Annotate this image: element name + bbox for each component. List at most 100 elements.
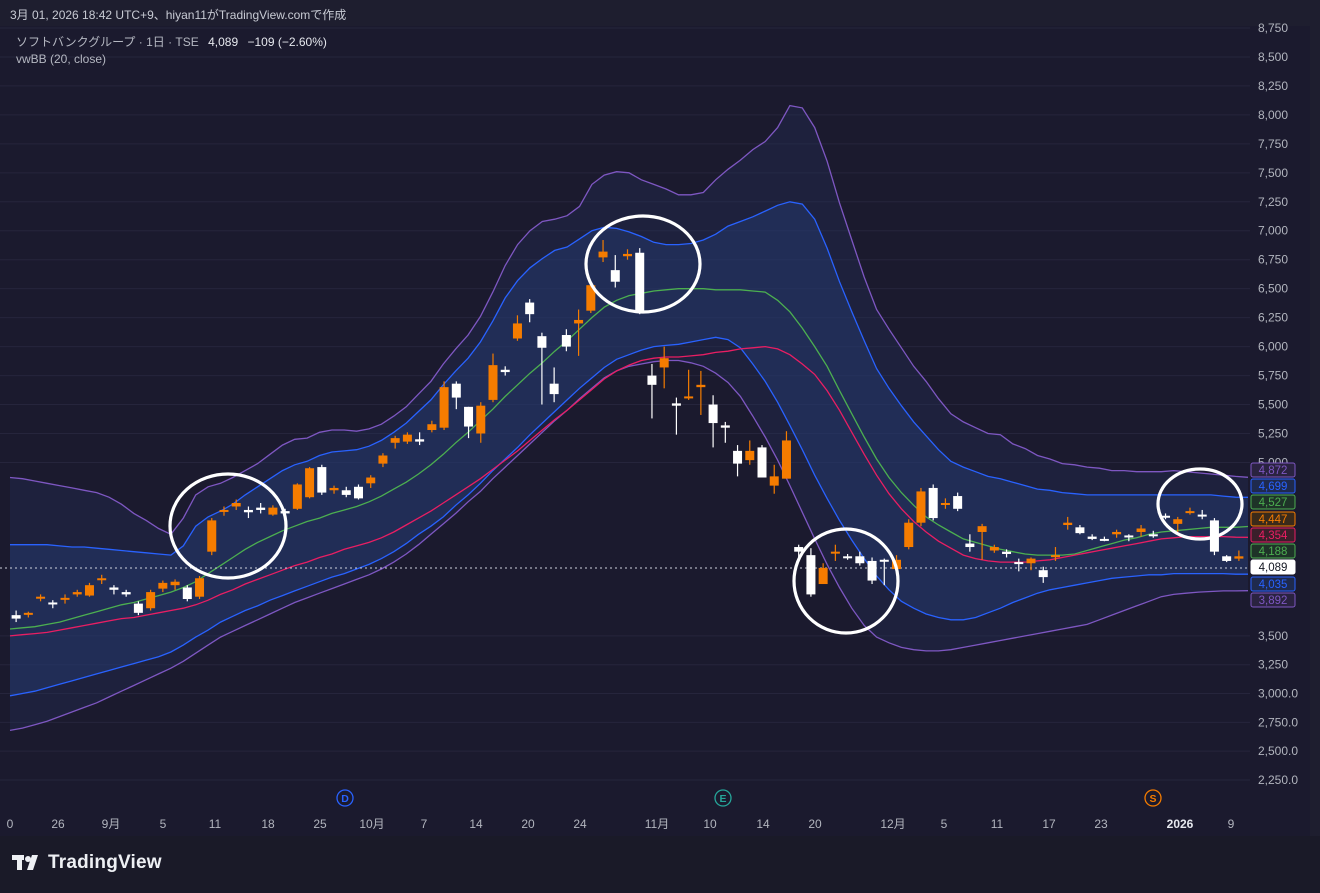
event-marker-d[interactable]: D bbox=[336, 789, 354, 807]
candle-body bbox=[1185, 511, 1195, 514]
candle-body bbox=[867, 560, 877, 581]
time-tick-label: 25 bbox=[313, 817, 327, 831]
candle-body bbox=[757, 447, 767, 478]
badge-label: 4,872 bbox=[1259, 465, 1288, 477]
symbol-label[interactable]: ソフトバンクグループ · 1日 · TSE bbox=[16, 35, 199, 49]
candle-body bbox=[464, 406, 474, 427]
time-tick-label: 9月 bbox=[102, 817, 121, 831]
event-marker-s[interactable]: S bbox=[1144, 789, 1162, 807]
candle-body bbox=[476, 405, 486, 434]
price-tick-label: 5,500 bbox=[1258, 398, 1288, 412]
badge-label: 4,699 bbox=[1259, 481, 1288, 493]
badge-label: 4,527 bbox=[1259, 497, 1288, 509]
candle-body bbox=[843, 556, 853, 559]
candle-body bbox=[1124, 535, 1134, 538]
candle-body bbox=[1075, 527, 1085, 534]
candle-body bbox=[256, 507, 266, 510]
candle-body bbox=[292, 484, 302, 509]
candle-body bbox=[635, 252, 645, 314]
candle bbox=[757, 445, 767, 478]
candle-body bbox=[402, 434, 412, 442]
price-tick-label: 2,250.0 bbox=[1258, 773, 1298, 787]
chart-background bbox=[0, 26, 1310, 836]
price-badge: 4,699 bbox=[1250, 478, 1296, 494]
badge-label: 4,188 bbox=[1259, 546, 1288, 558]
candle-body bbox=[696, 384, 706, 388]
indicator-label[interactable]: vwBB (20, close) bbox=[16, 51, 327, 68]
time-tick-label: 5 bbox=[160, 817, 167, 831]
price-badge: 4,188 bbox=[1250, 543, 1296, 559]
price-tick-label: 6,000 bbox=[1258, 340, 1288, 354]
candle-body bbox=[977, 526, 987, 532]
price-badges: 4,872 4,699 4,527 4,447 4,354 4,188 4,089 4,035… bbox=[1250, 462, 1296, 608]
candle bbox=[305, 467, 315, 499]
candle-body bbox=[231, 503, 241, 507]
time-tick-label: 11 bbox=[991, 817, 1004, 831]
price-tick-label: 8,500 bbox=[1258, 50, 1288, 64]
candle-body bbox=[549, 383, 559, 395]
candle-body bbox=[97, 578, 107, 581]
candle-body bbox=[72, 592, 82, 595]
last-price: 4,089 bbox=[208, 35, 239, 49]
candle-body bbox=[647, 375, 657, 385]
candle-body bbox=[182, 587, 192, 600]
candle-body bbox=[415, 439, 425, 442]
candle bbox=[439, 381, 449, 431]
candle-body bbox=[574, 319, 584, 324]
candle bbox=[635, 248, 645, 315]
candle-body bbox=[989, 547, 999, 551]
price-tick-label: 5,750 bbox=[1258, 369, 1288, 383]
candle-body bbox=[940, 503, 950, 506]
candle-body bbox=[720, 425, 730, 428]
candle-body bbox=[684, 396, 694, 399]
tradingview-logo[interactable]: TradingView bbox=[12, 852, 162, 874]
candle-body bbox=[1173, 519, 1183, 524]
time-tick-label: 11月 bbox=[645, 817, 669, 831]
price-tick-label: 6,750 bbox=[1258, 253, 1288, 267]
candle-body bbox=[916, 491, 926, 523]
candle-body bbox=[879, 559, 889, 562]
candle-body bbox=[904, 522, 914, 548]
candle-body bbox=[708, 404, 718, 424]
candle-body bbox=[561, 335, 571, 347]
time-tick-label: 10 bbox=[703, 817, 717, 831]
candle-body bbox=[439, 387, 449, 428]
time-tick-label: 24 bbox=[573, 817, 587, 831]
candle-body bbox=[1050, 555, 1060, 558]
candle-body bbox=[341, 490, 351, 495]
candle-body bbox=[512, 323, 522, 339]
price-badge: 4,872 bbox=[1250, 462, 1296, 478]
price-badge: 4,527 bbox=[1250, 494, 1296, 510]
candle-body bbox=[953, 496, 963, 509]
candle-body bbox=[1234, 556, 1244, 559]
candle-body bbox=[1002, 551, 1012, 554]
candle-body bbox=[1087, 536, 1097, 539]
candle bbox=[292, 483, 302, 510]
time-tick-label: 9 bbox=[1228, 817, 1235, 831]
candle-body bbox=[23, 612, 33, 615]
price-badge: 4,035 bbox=[1250, 576, 1296, 592]
candle-body bbox=[427, 424, 437, 431]
candle-body bbox=[965, 543, 975, 548]
badge-label: 4,035 bbox=[1259, 579, 1288, 591]
price-chart[interactable]: 8,750 8,500 8,250 8,000 7,750 7,500 7,250 7,000… bbox=[0, 0, 1320, 836]
candle-body bbox=[598, 251, 608, 258]
time-tick-label: 2026 bbox=[1167, 817, 1194, 831]
event-marker-e[interactable]: E bbox=[714, 789, 732, 807]
time-tick-label: 23 bbox=[1094, 817, 1108, 831]
candle bbox=[904, 519, 914, 550]
candle-body bbox=[36, 596, 46, 599]
time-tick-label: 14 bbox=[469, 817, 483, 831]
price-tick-label: 3,000.0 bbox=[1258, 687, 1298, 701]
candle-body bbox=[1038, 570, 1048, 578]
candle-body bbox=[733, 450, 743, 464]
price-tick-label: 7,250 bbox=[1258, 195, 1288, 209]
candle-body bbox=[11, 615, 21, 619]
candle-body bbox=[537, 336, 547, 348]
footer bbox=[0, 836, 1320, 893]
time-tick-label: 5 bbox=[941, 817, 948, 831]
candle-body bbox=[623, 253, 632, 257]
candle-body bbox=[329, 487, 339, 491]
candle-body bbox=[1099, 538, 1109, 541]
time-tick-label: 14 bbox=[756, 817, 770, 831]
